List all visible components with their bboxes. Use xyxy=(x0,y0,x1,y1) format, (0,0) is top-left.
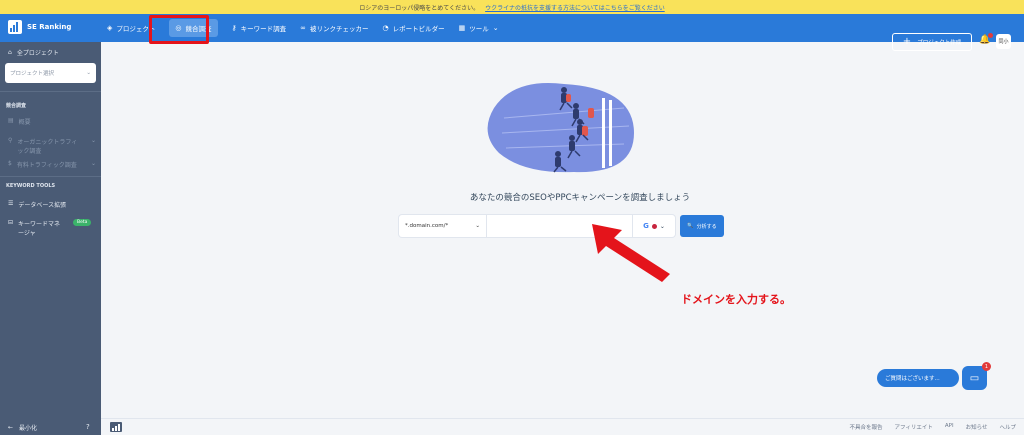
chevron-down-icon: ⌄ xyxy=(90,160,96,167)
footer-logo-icon xyxy=(110,422,122,432)
announcement-banner: ロシアのヨーロッパ侵略をとめてください。 ウクライナの抵抗を支援する方法について… xyxy=(0,0,1024,14)
footer-links: 不具合を報告 アフィリエイト API お知らせ ヘルプ xyxy=(849,423,1016,431)
nav-report-builder[interactable]: ◔ レポートビルダー xyxy=(375,14,451,42)
layers-icon: ◈ xyxy=(107,24,113,32)
project-select[interactable]: プロジェクト選択 ⌄ xyxy=(5,63,96,83)
banner-text: ロシアのヨーロッパ侵略をとめてください。 xyxy=(359,4,480,12)
chat-prompt[interactable]: ご質問はございます... xyxy=(877,369,959,387)
chevron-down-icon: ⌄ xyxy=(492,24,499,32)
sidebar-item-kw-manager-label: キーワードマネージャ xyxy=(18,221,61,237)
analyze-label: 分析する xyxy=(696,223,717,230)
sidebar-item-organic-label: オーガニックトラフィック調査 xyxy=(17,139,78,155)
sidebar-divider xyxy=(0,91,101,92)
sidebar-minimize[interactable]: ← 最小化 xyxy=(8,423,37,432)
plus-icon: + xyxy=(902,36,912,47)
chat-badge: 1 xyxy=(982,362,991,371)
footer-link-help[interactable]: ヘルプ xyxy=(999,423,1016,431)
create-project-label: プロジェクト作成 xyxy=(917,40,962,46)
project-select-placeholder: プロジェクト選択 xyxy=(10,71,55,77)
nav-tools[interactable]: ▦ ツール ⌄ xyxy=(452,14,506,42)
sidebar-item-organic[interactable]: ⚲ オーガニックトラフィック調査 ⌄ xyxy=(8,137,96,155)
se-ranking-logo-icon xyxy=(8,20,22,34)
nav-tools-label: ツール xyxy=(469,25,489,33)
create-project-button[interactable]: + プロジェクト作成 xyxy=(892,33,972,51)
footer-link-news[interactable]: お知らせ xyxy=(966,423,988,431)
banner-link[interactable]: ウクライナの抵抗を支援する方法についてはこちらをご覧ください xyxy=(485,3,665,12)
runners-illustration xyxy=(487,83,634,173)
domain-mode-value: *.domain.com/* xyxy=(405,223,449,229)
footer-link-bug-report[interactable]: 不具合を報告 xyxy=(849,423,882,431)
key-icon: ⚷ xyxy=(231,24,237,32)
nav-report-label: レポートビルダー xyxy=(392,25,445,33)
dollar-icon: $ xyxy=(8,160,12,167)
briefcase-icon: ⊟ xyxy=(8,219,14,226)
chevron-down-icon: ⌄ xyxy=(90,137,96,144)
sidebar-section-competitor: 競合調査 xyxy=(6,103,27,109)
domain-mode-select[interactable]: *.domain.com/* ⌄ xyxy=(399,215,487,237)
annotation-arrow xyxy=(592,224,670,282)
analyze-button[interactable]: 🔍 分析する xyxy=(680,215,724,237)
report-icon: ◔ xyxy=(382,24,389,32)
footer-divider xyxy=(101,418,1024,419)
nav-backlink-checker[interactable]: ∞ 被リンクチェッカー xyxy=(293,14,375,42)
sidebar-all-projects-label: 全プロジェクト xyxy=(16,50,59,57)
highlight-box xyxy=(149,15,209,44)
sidebar-item-overview-label: 概要 xyxy=(18,119,31,126)
link-icon: ∞ xyxy=(300,24,306,32)
sidebar-item-paid[interactable]: $ 有料トラフィック調査 ⌄ xyxy=(8,160,96,169)
sidebar-section-keyword: KEYWORD TOOLS xyxy=(6,183,56,189)
search-icon: 🔍 xyxy=(687,223,694,229)
chat-icon: ▭ xyxy=(969,372,980,384)
sidebar-minimize-label: 最小化 xyxy=(19,425,38,432)
bell-icon[interactable]: 🔔 xyxy=(979,33,994,45)
nav-keyword-research[interactable]: ⚷ キーワード調査 xyxy=(225,14,294,42)
annotation-text: ドメインを入力する。 xyxy=(681,293,791,306)
database-icon: ☰ xyxy=(8,200,14,207)
sidebar-item-kw-manager[interactable]: ⊟ キーワードマネージャ Beta xyxy=(8,219,96,237)
sidebar-item-paid-label: 有料トラフィック調査 xyxy=(16,162,77,169)
footer-link-affiliate[interactable]: アフィリエイト xyxy=(895,423,933,431)
help-icon[interactable]: ? xyxy=(86,423,90,431)
sidebar-item-db-expand-label: データベース拡張 xyxy=(18,202,67,209)
chevron-down-icon: ⌄ xyxy=(475,223,480,229)
nav-keyword-label: キーワード調査 xyxy=(240,25,287,33)
overview-icon: ▤ xyxy=(8,117,14,124)
brand-logo[interactable]: SE Ranking xyxy=(8,20,71,34)
brand-name: SE Ranking xyxy=(27,23,72,31)
sidebar-all-projects[interactable]: ⌂ 全プロジェクト xyxy=(8,48,59,57)
avatar[interactable]: 同小 xyxy=(996,34,1011,49)
sidebar-item-overview[interactable]: ▤ 概要 xyxy=(8,117,96,126)
arrow-left-icon: ← xyxy=(8,424,14,431)
notification-dot xyxy=(988,33,994,38)
nav-backlink-label: 被リンクチェッカー xyxy=(309,25,369,33)
grid-icon: ▦ xyxy=(458,24,466,32)
beta-badge: Beta xyxy=(73,219,92,226)
chevron-down-icon: ⌄ xyxy=(86,70,91,76)
home-icon: ⌂ xyxy=(8,49,12,56)
footer-link-api[interactable]: API xyxy=(945,423,954,431)
page-headline: あなたの競合のSEOやPPCキャンペーンを調査しましょう xyxy=(469,193,691,203)
sidebar-divider xyxy=(0,176,101,177)
sidebar: ⌂ 全プロジェクト プロジェクト選択 ⌄ 競合調査 ▤ 概要 ⚲ オーガニックト… xyxy=(0,42,101,435)
sidebar-item-db-expand[interactable]: ☰ データベース拡張 xyxy=(8,200,96,209)
organic-icon: ⚲ xyxy=(8,137,13,144)
